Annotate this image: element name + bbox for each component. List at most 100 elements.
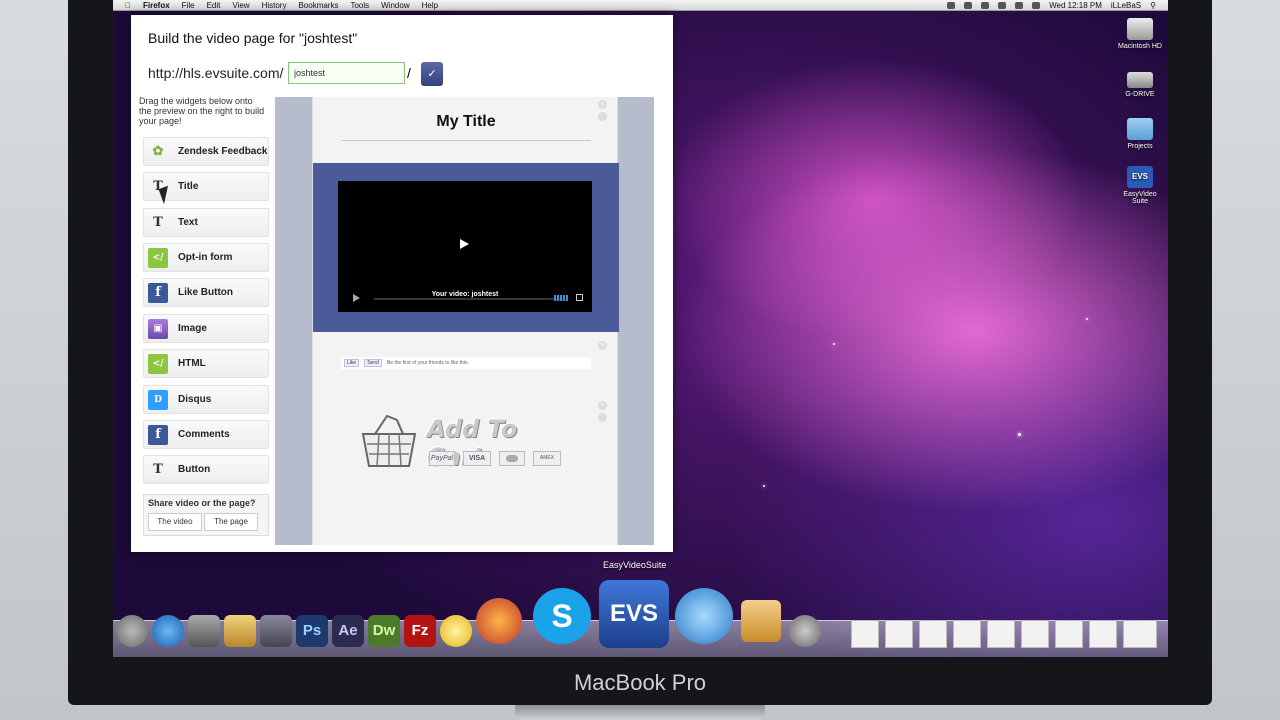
dock-document-thumbnail[interactable] [1021, 620, 1049, 648]
widget-like-button[interactable]: f Like Button [143, 278, 269, 307]
app-store-icon[interactable] [152, 615, 184, 647]
url-slash: / [407, 65, 411, 81]
menu-edit[interactable]: Edit [207, 1, 221, 10]
close-icon[interactable]: × [598, 100, 607, 109]
widget-zendesk-feedback[interactable]: ✿ Zendesk Feedback [143, 137, 269, 166]
device-label: MacBook Pro [573, 670, 707, 695]
volume-icon[interactable] [1015, 1, 1024, 9]
dock-document-thumbnail[interactable] [987, 620, 1015, 648]
mail-bird-icon[interactable] [675, 588, 733, 644]
fb-like-text: Be the first of your friends to like thi… [386, 360, 469, 366]
desktop-icon-projects[interactable]: Projects [1115, 118, 1165, 150]
dock-document-thumbnail[interactable] [1089, 620, 1117, 648]
widget-comments[interactable]: f Comments [143, 420, 269, 449]
menu-tools[interactable]: Tools [350, 1, 369, 10]
wifi-icon[interactable] [998, 1, 1007, 9]
desktop-icon-g-drive[interactable]: G-DRIVE [1115, 72, 1165, 98]
photo-browser-icon[interactable] [260, 615, 292, 647]
widget-disqus[interactable]: D Disqus [143, 385, 269, 414]
after-effects-icon[interactable]: Ae [332, 615, 364, 647]
share-page-button[interactable]: The page [204, 513, 258, 531]
menu-view[interactable]: View [232, 1, 249, 10]
video-section: Your video: joshtest [313, 163, 619, 332]
firefox-icon[interactable] [476, 598, 522, 644]
page-preview: × My Title Your video: joshtest × Like S… [275, 97, 654, 545]
move-handle-icon[interactable] [598, 413, 607, 422]
widget-image[interactable]: ▣ Image [143, 314, 269, 343]
fullscreen-icon[interactable] [576, 294, 583, 301]
share-options: Share video or the page? The video The p… [143, 494, 269, 536]
system-prefs-icon[interactable] [188, 615, 220, 647]
share-video-button[interactable]: The video [148, 513, 202, 531]
confirm-slug-button[interactable]: ✓ [421, 62, 443, 86]
menu-history[interactable]: History [262, 1, 287, 10]
video-player[interactable]: Your video: joshtest [338, 181, 592, 312]
preview-title[interactable]: My Title [313, 113, 619, 131]
dock-document-thumbnail[interactable] [1123, 620, 1157, 648]
fb-like-button[interactable]: Like [344, 359, 360, 367]
battery-icon[interactable] [1032, 1, 1041, 9]
widget-button[interactable]: T Button [143, 455, 269, 484]
dock-document-thumbnail[interactable] [1055, 620, 1083, 648]
apple-icon[interactable]:  [125, 1, 131, 10]
play-icon[interactable] [460, 239, 469, 249]
close-icon[interactable]: × [598, 341, 607, 350]
zendesk-icon: ✿ [152, 144, 164, 159]
menubar:  Firefox File Edit View History Bookmar… [113, 0, 1168, 11]
flower-icon[interactable] [440, 615, 472, 647]
photoshop-icon[interactable]: Ps [296, 615, 328, 647]
slug-input[interactable] [288, 62, 405, 84]
rocket-icon[interactable] [116, 615, 148, 647]
star [1086, 318, 1088, 320]
text-t-icon: T [153, 215, 163, 230]
volume-icon[interactable] [554, 295, 568, 301]
dock-document-thumbnail[interactable] [953, 620, 981, 648]
progress-track[interactable] [374, 298, 564, 300]
widget-instructions: Drag the widgets below onto the preview … [139, 96, 265, 126]
menu-user[interactable]: iLLeBaS [1111, 1, 1141, 10]
menu-bookmarks[interactable]: Bookmarks [298, 1, 338, 10]
widget-opt-in-form[interactable]: </ Opt-in form [143, 243, 269, 272]
evs-app-icon: EVS [1127, 166, 1153, 188]
cocktail-icon[interactable] [224, 615, 256, 647]
star [763, 485, 765, 487]
url-prefix: http://hls.evsuite.com/ [148, 65, 284, 81]
hard-drive-icon [1127, 18, 1153, 40]
dock-document-thumbnail[interactable] [885, 620, 913, 648]
add-to-cart-button[interactable]: Add To Cart PayPal VISA AMEX [359, 412, 579, 477]
menu-clock[interactable]: Wed 12:18 PM [1049, 1, 1102, 10]
amex-badge: AMEX [533, 451, 561, 466]
status-icon[interactable] [947, 1, 956, 9]
keynote-icon[interactable] [741, 600, 781, 642]
visa-badge: VISA [463, 451, 491, 466]
skype-icon[interactable]: S [533, 588, 591, 644]
disqus-icon: D [148, 389, 168, 410]
desktop-icon-macintosh-hd[interactable]: Macintosh HD [1115, 18, 1165, 50]
spotlight-icon[interactable]: ⚲ [1150, 1, 1156, 10]
menu-window[interactable]: Window [381, 1, 409, 10]
menu-app-name[interactable]: Firefox [143, 1, 170, 10]
widget-html[interactable]: </ HTML [143, 349, 269, 378]
menu-help[interactable]: Help [422, 1, 438, 10]
play-small-icon[interactable] [353, 294, 360, 302]
status-icon[interactable] [981, 1, 990, 9]
desktop-icon-easyvideo-suite[interactable]: EVS EasyVideo Suite [1115, 166, 1165, 205]
panel-title: Build the video page for "joshtest" [148, 30, 358, 46]
dock-tooltip: EasyVideoSuite [603, 560, 667, 570]
filezilla-icon[interactable]: Fz [404, 615, 436, 647]
dock-document-thumbnail[interactable] [919, 620, 947, 648]
close-icon[interactable]: × [598, 401, 607, 410]
widget-text[interactable]: T Text [143, 208, 269, 237]
evs-app-icon[interactable]: EVS [599, 580, 669, 648]
dreamweaver-icon[interactable]: Dw [368, 615, 400, 647]
divider [341, 140, 591, 141]
status-icon[interactable] [964, 1, 973, 9]
laptop-hinge [515, 705, 765, 720]
gimp-icon[interactable] [789, 615, 821, 647]
share-label: Share video or the page? [148, 498, 256, 508]
fb-send-button[interactable]: Send [364, 359, 382, 367]
dock-document-thumbnail[interactable] [851, 620, 879, 648]
facebook-like-bar: Like Send Be the first of your friends t… [341, 357, 591, 369]
menu-file[interactable]: File [182, 1, 195, 10]
desktop-screen:  Firefox File Edit View History Bookmar… [113, 0, 1168, 657]
